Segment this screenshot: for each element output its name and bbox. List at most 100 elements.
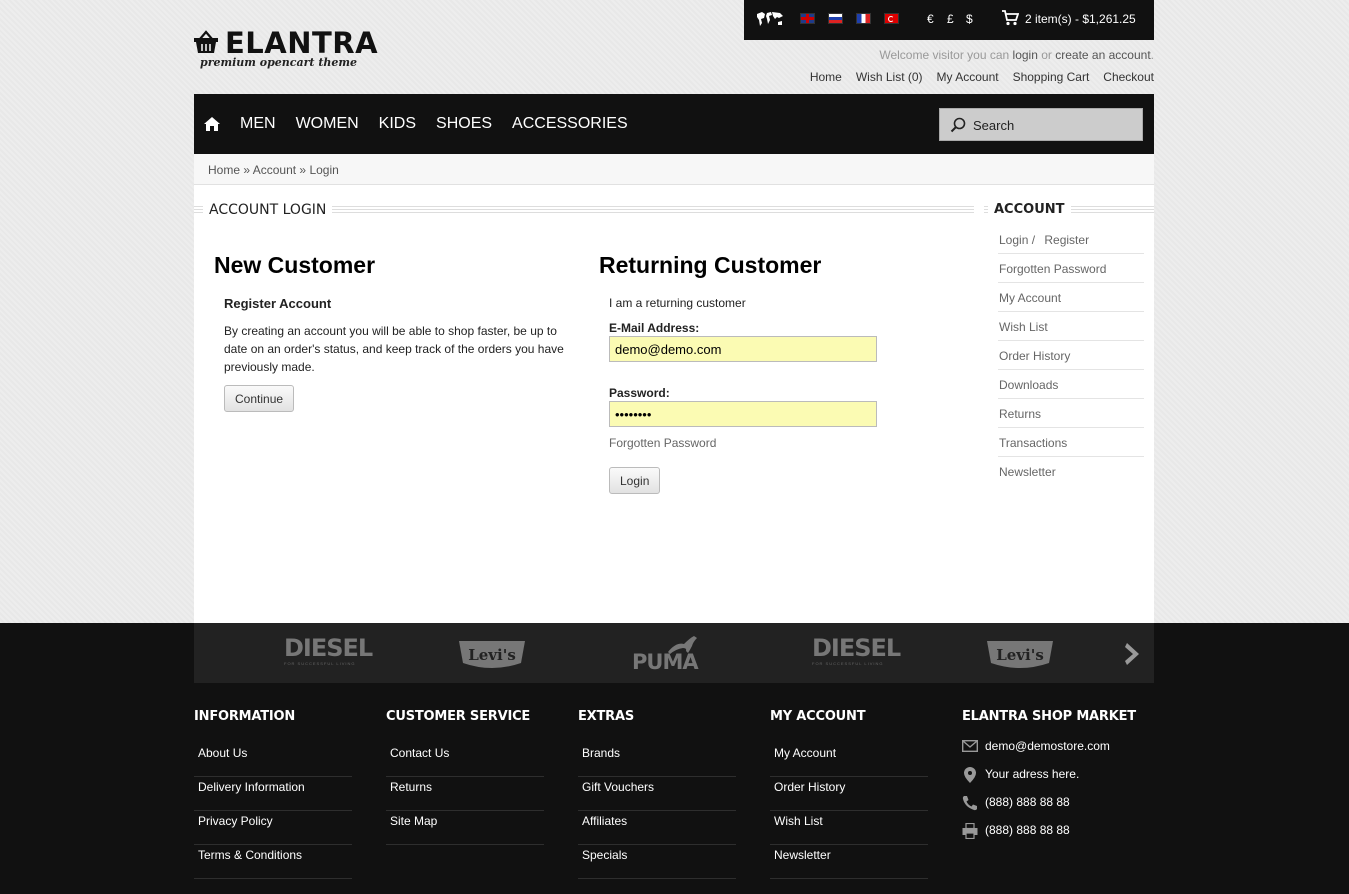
sidebar-item-returns[interactable]: Returns <box>998 399 1144 428</box>
footer-link-contact-us[interactable]: Contact Us <box>386 743 544 777</box>
breadcrumb-home[interactable]: Home <box>208 163 240 177</box>
nav-item-women[interactable]: WOMEN <box>296 115 359 133</box>
sidebar-login-link[interactable]: Login / <box>999 233 1035 247</box>
envelope-icon <box>962 740 978 752</box>
nav-item-shoes[interactable]: SHOES <box>436 115 492 133</box>
register-description: By creating an account you will be able … <box>224 324 564 374</box>
login-link[interactable]: login <box>1013 48 1038 62</box>
contact-phone-row: (888) 888 88 88 <box>962 795 1154 823</box>
brand-logo-levis[interactable]: Levi's <box>457 639 527 673</box>
brand-logo-diesel[interactable]: DIESEL FOR SUCCESSFUL LIVING <box>812 635 901 666</box>
returning-intro: I am a returning customer <box>609 296 746 310</box>
contact-fax-row: (888) 888 88 88 <box>962 823 1154 851</box>
top-link-checkout[interactable]: Checkout <box>1103 70 1154 84</box>
currency-euro[interactable]: € <box>927 12 934 26</box>
sidebar-register-link[interactable]: Register <box>1044 233 1089 247</box>
top-link-my-account[interactable]: My Account <box>937 70 999 84</box>
footer-link-returns[interactable]: Returns <box>386 777 544 811</box>
breadcrumb-account[interactable]: Account <box>253 163 296 177</box>
footer-link-gift-vouchers[interactable]: Gift Vouchers <box>578 777 736 811</box>
nav-item-men[interactable]: MEN <box>240 115 276 133</box>
top-strip: € £ $ 2 item(s) - $1,261.25 <box>744 0 1154 40</box>
sidebar-item-order-history[interactable]: Order History <box>998 341 1144 370</box>
cart-summary[interactable]: 2 item(s) - $1,261.25 <box>1025 12 1136 26</box>
footer-link-newsletter[interactable]: Newsletter <box>770 845 928 879</box>
basket-icon <box>194 30 218 53</box>
returning-customer-heading: Returning Customer <box>599 252 822 278</box>
brand-logo-levis[interactable]: Levi's <box>985 639 1055 673</box>
sidebar-item-transactions[interactable]: Transactions <box>998 428 1144 457</box>
footer-link-terms[interactable]: Terms & Conditions <box>194 845 352 879</box>
contact-email[interactable]: demo@demostore.com <box>985 739 1110 753</box>
nav-item-accessories[interactable]: ACCESSORIES <box>512 115 628 133</box>
puma-cat-icon <box>668 636 697 654</box>
footer-link-affiliates[interactable]: Affiliates <box>578 811 736 845</box>
welcome-end: . <box>1150 48 1154 62</box>
footer-shop-title-wrap: ELANTRA SHOP MARKET <box>962 709 1154 743</box>
contact-phone: (888) 888 88 88 <box>985 795 1070 809</box>
flag-france-icon[interactable] <box>856 13 871 24</box>
sidebar-item-wish-list[interactable]: Wish List <box>998 312 1144 341</box>
create-account-link[interactable]: create an account <box>1055 48 1150 62</box>
welcome-or: or <box>1041 48 1052 62</box>
contact-fax: (888) 888 88 88 <box>985 823 1070 837</box>
sidebar-account-list: Login / Register Forgotten Password My A… <box>998 225 1144 486</box>
top-link-home[interactable]: Home <box>810 70 842 84</box>
svg-text:Levi's: Levi's <box>468 646 516 664</box>
email-label: E-Mail Address: <box>609 321 700 335</box>
password-field[interactable] <box>609 401 877 427</box>
footer-my-account-title: MY ACCOUNT <box>770 709 866 724</box>
top-link-wishlist[interactable]: Wish List (0) <box>856 70 923 84</box>
cart-icon[interactable] <box>1002 10 1019 26</box>
breadcrumb: Home » Account » Login <box>194 154 1154 185</box>
footer-information: INFORMATION About Us Delivery Informatio… <box>194 709 352 879</box>
contact-address-row: Your adress here. <box>962 767 1154 795</box>
new-customer-heading: New Customer <box>214 252 376 278</box>
flag-russia-icon[interactable] <box>828 13 843 24</box>
world-map-icon[interactable] <box>756 11 784 27</box>
chevron-right-icon[interactable] <box>1124 641 1142 667</box>
footer-link-about-us[interactable]: About Us <box>194 743 352 777</box>
breadcrumb-separator: » <box>299 163 307 177</box>
logo-name: ELANTRA <box>225 26 379 60</box>
footer-link-wish-list[interactable]: Wish List <box>770 811 928 845</box>
footer-link-order-history[interactable]: Order History <box>770 777 928 811</box>
sidebar-item-downloads[interactable]: Downloads <box>998 370 1144 399</box>
currency-pound[interactable]: £ <box>947 12 954 26</box>
sidebar-item-newsletter[interactable]: Newsletter <box>998 457 1144 486</box>
top-link-shopping-cart[interactable]: Shopping Cart <box>1013 70 1090 84</box>
footer-link-brands[interactable]: Brands <box>578 743 736 777</box>
footer-link-delivery-information[interactable]: Delivery Information <box>194 777 352 811</box>
brand-logo-diesel[interactable]: DIESEL FOR SUCCESSFUL LIVING <box>284 635 373 666</box>
breadcrumb-login[interactable]: Login <box>309 163 338 177</box>
home-icon[interactable] <box>203 116 221 132</box>
footer-customer-service-title: CUSTOMER SERVICE <box>386 709 531 724</box>
logo-tagline: premium opencart theme <box>200 56 358 69</box>
footer-shop-title: ELANTRA SHOP MARKET <box>962 709 1136 724</box>
login-button[interactable]: Login <box>609 467 661 494</box>
flag-turkey-icon[interactable] <box>884 13 899 24</box>
nav-item-kids[interactable]: KIDS <box>379 115 416 133</box>
footer-link-specials[interactable]: Specials <box>578 845 736 879</box>
sidebar-title: ACCOUNT <box>988 202 1071 217</box>
footer-link-site-map[interactable]: Site Map <box>386 811 544 845</box>
search-input[interactable] <box>973 115 1133 135</box>
flag-uk-icon[interactable] <box>800 13 815 24</box>
email-field[interactable] <box>609 336 877 362</box>
nav-menu: MEN WOMEN KIDS SHOES ACCESSORIES <box>240 115 628 133</box>
forgotten-password-link[interactable]: Forgotten Password <box>609 436 716 450</box>
welcome-prefix: Welcome visitor you can <box>879 48 1010 62</box>
sidebar-item-forgotten-password[interactable]: Forgotten Password <box>998 254 1144 283</box>
printer-icon <box>962 823 978 839</box>
footer-link-my-account[interactable]: My Account <box>770 743 928 777</box>
footer-link-privacy-policy[interactable]: Privacy Policy <box>194 811 352 845</box>
currency-dollar[interactable]: $ <box>966 12 973 26</box>
brand-carousel: DIESEL FOR SUCCESSFUL LIVING Levi's PUMA… <box>194 623 1154 683</box>
sidebar-item-my-account[interactable]: My Account <box>998 283 1144 312</box>
brand-logo-puma[interactable]: PUMA <box>632 636 699 675</box>
continue-button[interactable]: Continue <box>224 385 295 412</box>
logo[interactable]: ELANTRA premium opencart theme <box>193 27 378 73</box>
contact-email-row: demo@demostore.com <box>962 739 1154 767</box>
main-nav: MEN WOMEN KIDS SHOES ACCESSORIES <box>194 94 1154 154</box>
search-icon[interactable] <box>950 117 966 133</box>
